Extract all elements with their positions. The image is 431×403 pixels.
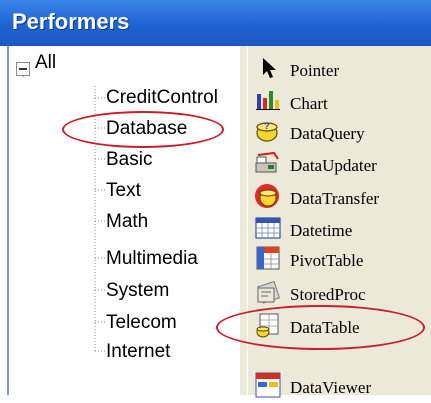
tool-pointer[interactable]: Pointer [254,54,430,86]
tool-label: Pointer [290,61,340,80]
tool-label: PivotTable [290,251,364,270]
tool-label: DataQuery [290,124,365,143]
tool-dataquery[interactable]: ? DataQuery [254,117,430,149]
tool-pivottable[interactable]: PivotTable [254,244,430,276]
tree-item-multimedia[interactable]: Multimedia [106,248,198,270]
chart-icon [256,91,280,110]
tree-item-basic[interactable]: Basic [106,149,152,171]
tree-item-text[interactable]: Text [106,180,141,202]
tool-dataupdater[interactable]: DataUpdater [254,149,430,181]
tree-item-telecom[interactable]: Telecom [106,312,177,334]
tree-item-creditcontrol[interactable]: CreditControl [106,87,218,109]
collapse-toggle[interactable] [16,62,30,76]
pivottable-icon [256,246,280,270]
datatable-highlight-ellipse [216,305,425,350]
tree-item-internet[interactable]: Internet [106,341,170,363]
dataquery-icon: ? [256,121,278,142]
window-title: Performers [12,9,130,34]
tool-label: DataUpdater [290,156,377,175]
tool-label: Datetime [290,221,353,240]
tree-root-all[interactable]: All [35,52,56,74]
datetime-icon [255,217,281,239]
tool-dataviewer[interactable]: DataViewer [254,371,430,403]
pointer-arrow-icon [263,58,276,78]
tool-label: StoredProc [290,285,366,304]
tool-datatransfer[interactable]: DataTransfer [254,182,430,214]
tool-label: DataTransfer [290,189,380,208]
tool-label: DataViewer [290,378,372,397]
svg-text:?: ? [264,121,270,131]
tree-item-math[interactable]: Math [106,211,148,233]
database-highlight-ellipse [62,111,224,148]
tree-item-system[interactable]: System [106,280,169,302]
tool-datetime[interactable]: Datetime [254,214,430,246]
tool-chart[interactable]: Chart [254,87,430,119]
datatransfer-icon [255,184,279,208]
tool-label: Chart [290,94,328,113]
title-bar: Performers [0,0,431,46]
storedproc-icon [257,280,280,304]
dataupdater-icon [255,151,279,173]
